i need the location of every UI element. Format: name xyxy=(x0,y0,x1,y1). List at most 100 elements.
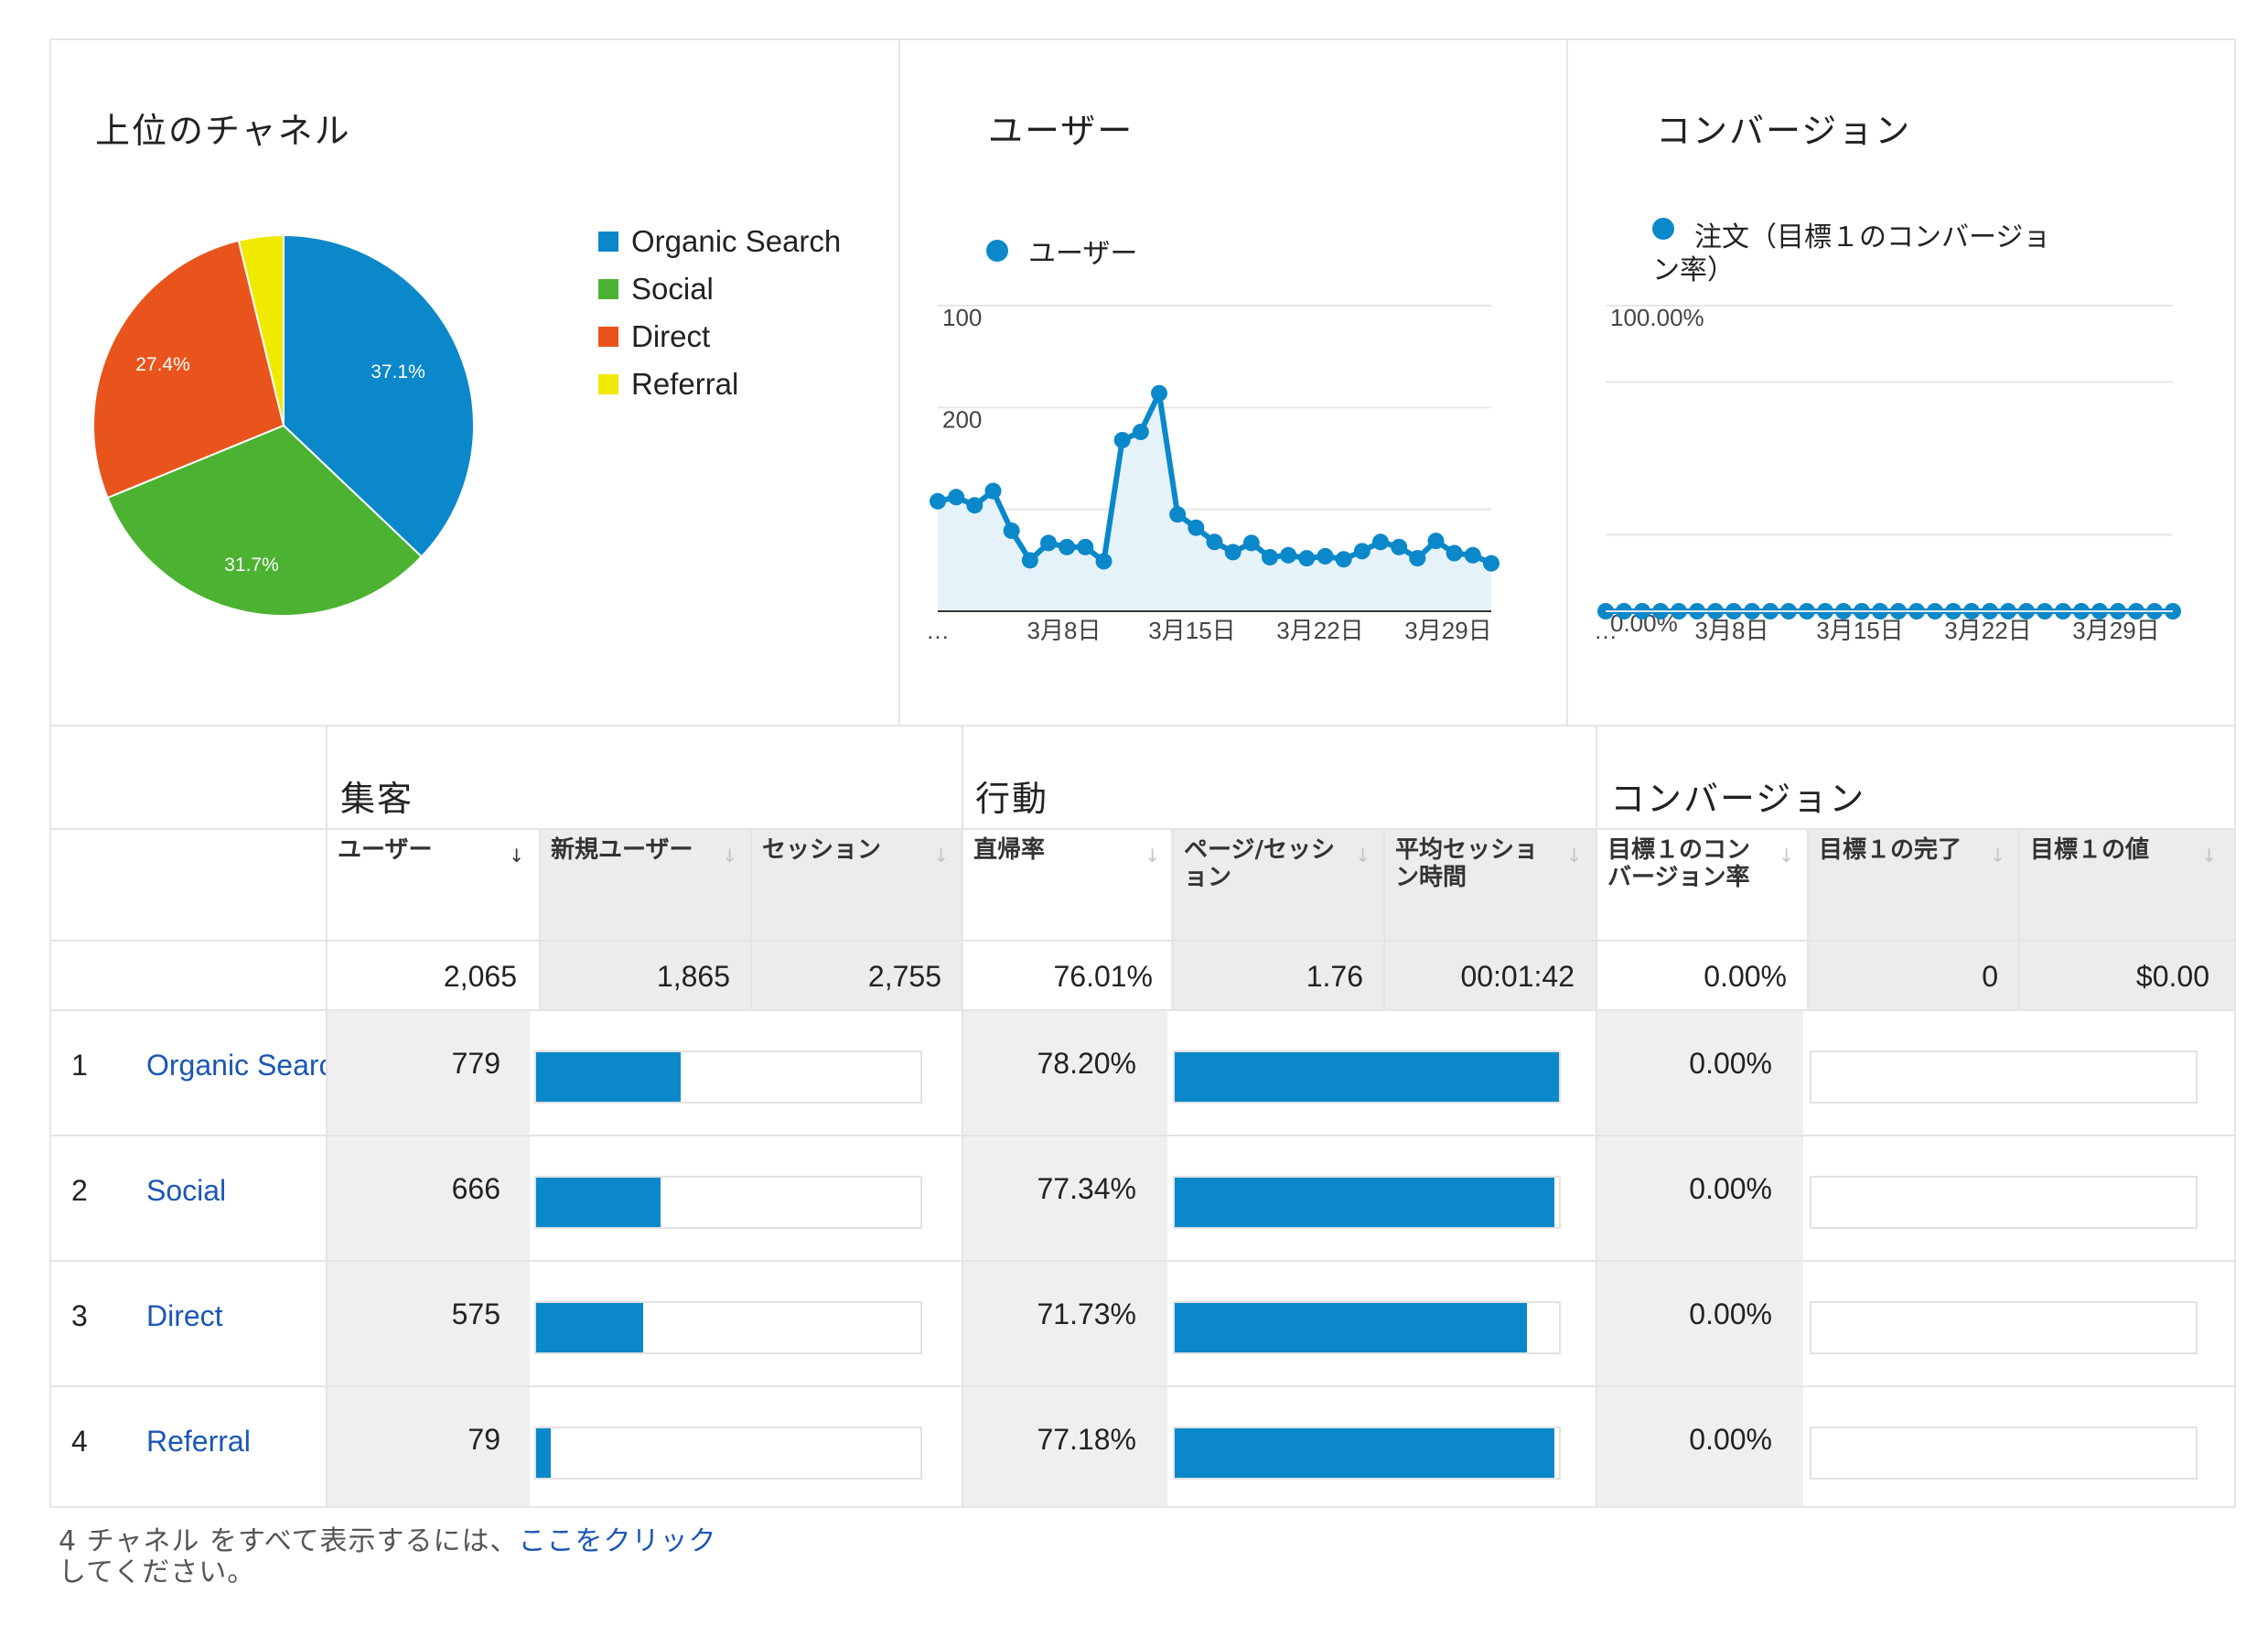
pie-legend-item[interactable]: Organic Search xyxy=(598,224,841,259)
row-bounce-value: 77.34% xyxy=(1037,1172,1136,1205)
data-point[interactable] xyxy=(1132,424,1149,441)
conv-share-bar xyxy=(1810,1301,2198,1354)
channel-pie-chart: 37.1% 31.7% 27.4% xyxy=(92,233,475,617)
sort-arrow-icon[interactable]: ↓ xyxy=(1145,842,1160,869)
conversion-legend-label-2: ン率） xyxy=(1652,254,1735,286)
row-users-value: 79 xyxy=(468,1423,500,1456)
data-point[interactable] xyxy=(1151,384,1167,402)
pie-legend-item[interactable]: Direct xyxy=(598,319,710,354)
total-cell-8: 0 xyxy=(1982,960,1998,993)
footer-link[interactable]: ここをクリック xyxy=(519,1525,717,1557)
data-point[interactable] xyxy=(966,497,984,514)
data-point[interactable] xyxy=(1224,544,1241,561)
data-point[interactable] xyxy=(1464,546,1481,564)
row-index: 1 xyxy=(71,1049,88,1082)
data-point[interactable] xyxy=(1003,522,1020,540)
data-point[interactable] xyxy=(1409,550,1426,567)
sort-arrow-icon[interactable]: ↓ xyxy=(933,842,949,869)
data-point[interactable] xyxy=(948,489,965,506)
total-cell-7: 0.00% xyxy=(1704,960,1787,993)
sort-arrow-icon[interactable]: ↓ xyxy=(1779,842,1794,869)
data-point[interactable] xyxy=(1262,548,1278,565)
bounce-share-bar xyxy=(1173,1050,1561,1104)
data-point[interactable] xyxy=(1021,552,1038,569)
data-point[interactable] xyxy=(984,482,1002,500)
column-header-label: 平均セッション時間 xyxy=(1395,836,1539,891)
sort-arrow-icon[interactable]: ↓ xyxy=(2201,842,2217,869)
data-point[interactable] xyxy=(1113,431,1131,448)
data-point[interactable] xyxy=(1242,534,1260,552)
row-channel-link[interactable]: Referral xyxy=(146,1425,326,1459)
data-point[interactable] xyxy=(1169,506,1187,523)
column-header-label: 新規ユーザー xyxy=(551,836,693,864)
sort-arrow-icon[interactable]: ↓ xyxy=(722,842,737,869)
pie-legend-item[interactable]: Social xyxy=(598,272,714,307)
column-header-2[interactable]: 新規ユーザー ↓ xyxy=(540,829,750,939)
data-point[interactable] xyxy=(1206,533,1223,551)
row-bounce-value: 77.18% xyxy=(1037,1423,1136,1456)
total-cell-6: 00:01:42 xyxy=(1460,960,1575,993)
users-legend: ユーザー xyxy=(986,231,1137,271)
row-channel-link[interactable]: Social xyxy=(146,1174,326,1208)
users-share-bar-fill xyxy=(536,1178,661,1227)
data-point[interactable] xyxy=(1483,555,1499,572)
data-point[interactable] xyxy=(1427,533,1445,550)
column-header-7[interactable]: 目標１のコンバージョン率 ↓ xyxy=(1596,829,1807,939)
conversion-legend-dot-icon xyxy=(1652,218,1674,240)
row-users-value: 575 xyxy=(451,1298,500,1330)
data-point[interactable] xyxy=(1095,553,1113,570)
x-tick-label: 3月15日 xyxy=(1816,617,1903,644)
users-share-bar xyxy=(534,1301,922,1354)
x-tick-label: 3月8日 xyxy=(1027,617,1102,644)
pie-legend-item[interactable]: Referral xyxy=(598,367,738,402)
column-header-1[interactable]: ユーザー ↓ xyxy=(327,829,537,939)
table-line-row3 xyxy=(49,1385,2236,1387)
row-conv-value: 0.00% xyxy=(1689,1047,1772,1080)
column-header-6[interactable]: 平均セッション時間 ↓ xyxy=(1384,829,1595,939)
column-header-5[interactable]: ページ/セッション ↓ xyxy=(1173,829,1383,939)
data-point[interactable] xyxy=(1298,550,1316,567)
total-cell-5: 1.76 xyxy=(1306,960,1363,993)
data-point[interactable] xyxy=(1040,534,1057,552)
row-channel-link[interactable]: Direct xyxy=(146,1299,326,1333)
legend-swatch-icon xyxy=(598,232,618,252)
data-point[interactable] xyxy=(1059,538,1076,555)
row-users-value: 779 xyxy=(451,1047,500,1080)
data-point[interactable] xyxy=(930,492,946,510)
data-point[interactable] xyxy=(1335,551,1352,568)
column-header-3[interactable]: セッション ↓ xyxy=(751,829,962,939)
sort-arrow-icon[interactable]: ↓ xyxy=(1566,842,1582,869)
data-point[interactable] xyxy=(1280,546,1297,564)
legend-swatch-icon xyxy=(598,279,618,299)
bounce-share-bar-fill xyxy=(1175,1052,1559,1102)
data-point[interactable] xyxy=(1353,543,1370,560)
column-header-label: 目標１の値 xyxy=(2030,836,2150,864)
row-conv-value: 0.00% xyxy=(1689,1423,1772,1456)
data-point[interactable] xyxy=(1188,519,1205,536)
top-channels-title: 上位のチャネル xyxy=(95,111,351,151)
footer-prefix: 4 チャネル をすべて表示するには、 xyxy=(59,1525,519,1557)
total-cell-1: 2,065 xyxy=(443,960,517,993)
x-tick-label: 3月22日 xyxy=(1944,617,2031,644)
row-conv-value: 0.00% xyxy=(1689,1172,1772,1205)
data-point[interactable] xyxy=(1391,538,1408,555)
column-header-9[interactable]: 目標１の値 ↓ xyxy=(2019,829,2230,939)
data-point[interactable] xyxy=(1372,533,1389,551)
column-header-4[interactable]: 直帰率 ↓ xyxy=(962,829,1173,939)
users-share-bar xyxy=(534,1050,922,1104)
footer-suffix: してください。 xyxy=(59,1556,256,1588)
row-channel-link[interactable]: Organic Search xyxy=(146,1049,326,1082)
data-point[interactable] xyxy=(1317,547,1334,565)
data-point[interactable] xyxy=(1077,538,1094,555)
group-acquisition: 集客 xyxy=(340,779,414,819)
column-header-8[interactable]: 目標１の完了 ↓ xyxy=(1808,829,2018,939)
users-share-bar xyxy=(534,1427,922,1480)
sort-arrow-icon[interactable]: ↓ xyxy=(1990,842,2005,869)
bounce-share-bar-fill xyxy=(1175,1178,1555,1227)
sort-arrow-icon[interactable]: ↓ xyxy=(1355,842,1370,869)
sort-arrow-icon[interactable]: ↓ xyxy=(509,842,524,869)
y-tick-label: 200 xyxy=(942,405,982,433)
row-index: 3 xyxy=(71,1299,88,1332)
data-point[interactable] xyxy=(1446,544,1463,562)
column-header-label: セッション xyxy=(762,836,882,864)
